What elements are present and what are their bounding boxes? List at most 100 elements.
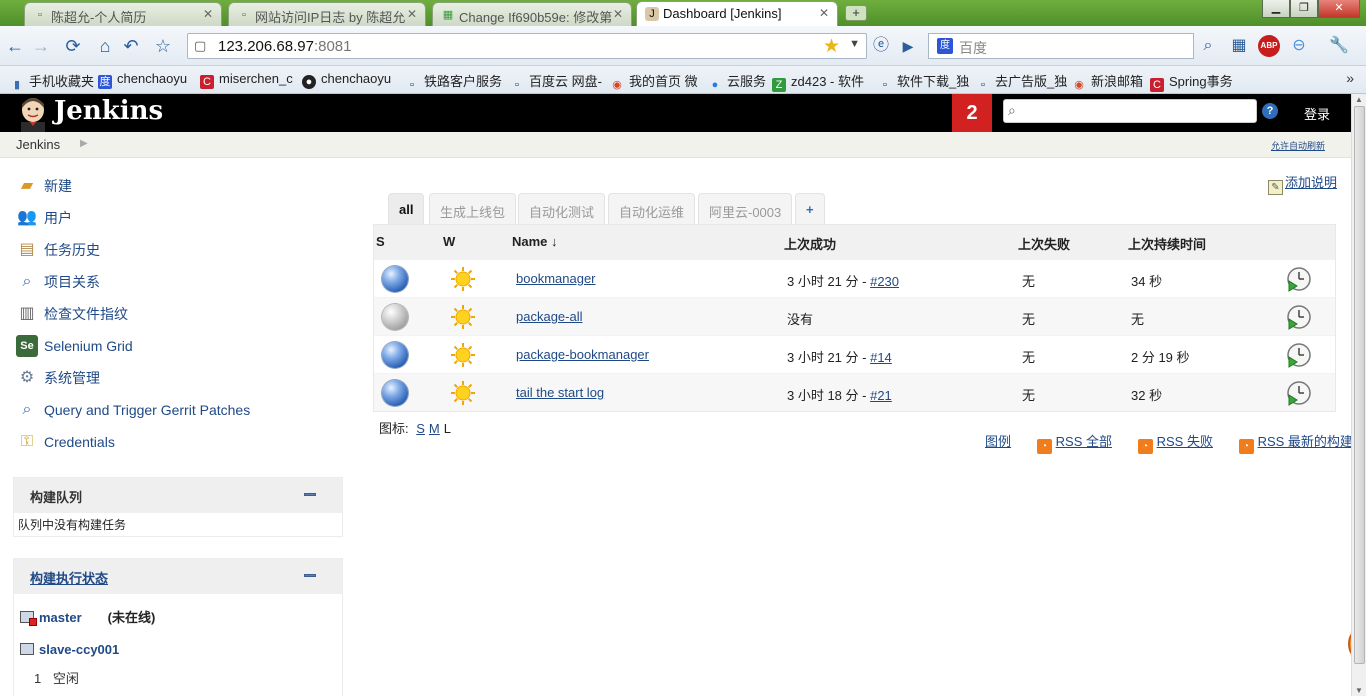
address-bar[interactable]: ▢ 123.206.68.97:8081 ★ ▼ xyxy=(187,33,867,59)
side-task-credentials[interactable]: ⚿ Credentials xyxy=(16,431,115,455)
close-icon[interactable]: ✕ xyxy=(407,7,417,21)
side-task-fingerprint[interactable]: ▥ 检查文件指纹 xyxy=(16,303,128,327)
help-icon[interactable]: ? xyxy=(1262,103,1278,119)
job-link[interactable]: bookmanager xyxy=(516,271,596,286)
collapse-icon[interactable] xyxy=(304,574,316,577)
bookmark-item[interactable]: C Spring事务 xyxy=(1150,71,1233,92)
icon-size-l[interactable]: L xyxy=(444,421,451,436)
view-tab-all[interactable]: all xyxy=(388,193,425,226)
breadcrumb-jenkins[interactable]: Jenkins xyxy=(16,137,60,152)
home-icon[interactable]: ⌂ xyxy=(94,35,116,57)
bookmarks-overflow-button[interactable]: » xyxy=(1346,70,1354,86)
schedule-build-icon[interactable] xyxy=(1286,380,1312,406)
jenkins-title[interactable]: Jenkins xyxy=(54,96,163,126)
star-icon[interactable]: ★ xyxy=(823,35,840,58)
new-view-tab[interactable]: + xyxy=(795,193,825,226)
window-close-button[interactable]: ✕ xyxy=(1318,0,1360,18)
undo-icon[interactable]: ↶ xyxy=(120,35,142,57)
view-tab[interactable]: 阿里云-0003 xyxy=(698,193,793,226)
browser-tab-active[interactable]: J Dashboard [Jenkins] ✕ xyxy=(636,1,838,26)
back-icon[interactable]: ← xyxy=(4,35,26,57)
job-link[interactable]: package-all xyxy=(516,309,583,324)
build-status-ball-icon[interactable] xyxy=(382,304,408,330)
weather-sunny-icon[interactable] xyxy=(450,266,476,292)
side-task-project-relationship[interactable]: ⌕ 项目关系 xyxy=(16,271,100,295)
breadcrumb-arrow-icon[interactable]: ▶ xyxy=(80,138,88,149)
jenkins-butler-logo[interactable] xyxy=(16,96,50,132)
view-tab[interactable]: 生成上线包 xyxy=(429,193,517,226)
weather-sunny-icon[interactable] xyxy=(450,380,476,406)
bookmark-item[interactable]: ▫ 去广告版_独 xyxy=(976,71,1067,92)
side-task-selenium-grid[interactable]: Se Selenium Grid xyxy=(16,335,133,359)
weather-sunny-icon[interactable] xyxy=(450,304,476,330)
build-status-ball-icon[interactable] xyxy=(382,380,408,406)
side-task-gerrit-patches[interactable]: ⌕ Query and Trigger Gerrit Patches xyxy=(16,399,251,423)
executors-title[interactable]: 构建执行状态 xyxy=(30,568,108,587)
scrollbar-thumb[interactable] xyxy=(1354,106,1365,664)
browser-tab[interactable]: ▦ Change If690b59e: 修改第 ✕ xyxy=(432,2,632,26)
col-weather[interactable]: W xyxy=(443,234,455,249)
legend-link[interactable]: 图例 xyxy=(985,434,1011,449)
side-task-build-history[interactable]: ▤ 任务历史 xyxy=(16,239,100,263)
col-last-success[interactable]: 上次成功 xyxy=(784,234,836,253)
build-link[interactable]: #230 xyxy=(870,274,899,289)
collapse-icon[interactable] xyxy=(304,493,316,496)
bookmark-item[interactable]: Zzd423 - 软件 xyxy=(772,71,864,92)
search-input[interactable]: 度 百度 xyxy=(928,33,1194,59)
wrench-icon[interactable]: 🔧 xyxy=(1328,35,1350,57)
extensions-icon[interactable]: ▦ xyxy=(1228,35,1250,57)
maximize-button[interactable]: ❐ xyxy=(1290,0,1318,18)
weather-sunny-icon[interactable] xyxy=(450,342,476,368)
build-status-ball-icon[interactable] xyxy=(382,342,408,368)
bookmark-item[interactable]: 度 chenchaoyu xyxy=(98,71,187,89)
view-tab[interactable]: 自动化运维 xyxy=(608,193,696,226)
notification-badge[interactable]: 2 xyxy=(952,94,992,132)
rss-latest-link[interactable]: ◔ RSS 最新的构建 xyxy=(1238,434,1353,454)
icon-size-m[interactable]: M xyxy=(429,421,440,436)
bookmark-item[interactable]: ▫ 软件下载_独 xyxy=(878,71,969,92)
page-info-icon[interactable]: ▢ xyxy=(194,38,206,54)
login-link[interactable]: 登录 xyxy=(1304,104,1330,123)
adblock-icon[interactable]: ABP xyxy=(1258,35,1280,57)
rss-all-link[interactable]: ◔ RSS 全部 xyxy=(1036,434,1112,454)
bookmark-item[interactable]: ● 云服务 xyxy=(708,71,766,92)
rss-failures-link[interactable]: ◔ RSS 失败 xyxy=(1137,434,1213,454)
col-name[interactable]: Name ↓ xyxy=(512,234,558,249)
job-link[interactable]: package-bookmanager xyxy=(516,347,649,362)
add-description-link[interactable]: ✎ 添加说明 xyxy=(1268,172,1337,195)
bookmark-item[interactable]: ▫ 铁路客户服务 xyxy=(405,71,502,92)
vertical-scrollbar[interactable]: ▲ ▼ xyxy=(1351,94,1366,696)
schedule-build-icon[interactable] xyxy=(1286,342,1312,368)
build-link[interactable]: #21 xyxy=(870,388,892,403)
bookmark-item[interactable]: ▫ 百度云 网盘- xyxy=(510,71,602,92)
schedule-build-icon[interactable] xyxy=(1286,266,1312,292)
reload-icon[interactable]: ⟳ xyxy=(62,35,84,57)
browser-tab[interactable]: ▫ 网站访问IP日志 by 陈超允 ✕ xyxy=(228,2,426,26)
job-link[interactable]: tail the start log xyxy=(516,385,604,400)
forward-icon[interactable]: → xyxy=(30,35,52,57)
jenkins-search-input[interactable]: ⌕ xyxy=(1003,99,1257,123)
search-icon[interactable]: ⌕ xyxy=(1197,35,1219,57)
view-tab[interactable]: 自动化测试 xyxy=(518,193,606,226)
new-tab-button[interactable]: + xyxy=(845,5,867,21)
bookmark-item[interactable]: ▮ 手机收藏夹 xyxy=(10,71,94,92)
close-icon[interactable]: ✕ xyxy=(203,7,213,21)
browser-tab[interactable]: ▫ 陈超允-个人简历 ✕ xyxy=(24,2,222,26)
chevron-down-icon[interactable]: ▼ xyxy=(849,38,860,50)
node-link[interactable]: master xyxy=(39,610,82,625)
build-status-ball-icon[interactable] xyxy=(382,266,408,292)
ie-mode-icon[interactable]: ⓔ xyxy=(870,35,892,57)
side-task-users[interactable]: 👥 用户 xyxy=(16,207,72,231)
auto-refresh-link[interactable]: 允许自动刷新 xyxy=(1271,139,1325,152)
url-text[interactable]: 123.206.68.97:8081 xyxy=(218,38,351,55)
build-link[interactable]: #14 xyxy=(870,350,892,365)
col-last-duration[interactable]: 上次持续时间 xyxy=(1128,234,1206,253)
bookmark-item[interactable]: ● chenchaoyu xyxy=(302,71,391,89)
icon-size-s[interactable]: S xyxy=(416,421,425,436)
bookmark-star-icon[interactable]: ☆ xyxy=(152,35,174,57)
scroll-up-icon[interactable]: ▲ xyxy=(1355,95,1363,104)
close-icon[interactable]: ✕ xyxy=(819,6,829,20)
side-task-new-item[interactable]: ▰ 新建 xyxy=(16,175,72,199)
bookmark-item[interactable]: ◉ 新浪邮箱 xyxy=(1072,71,1143,92)
schedule-build-icon[interactable] xyxy=(1286,304,1312,330)
